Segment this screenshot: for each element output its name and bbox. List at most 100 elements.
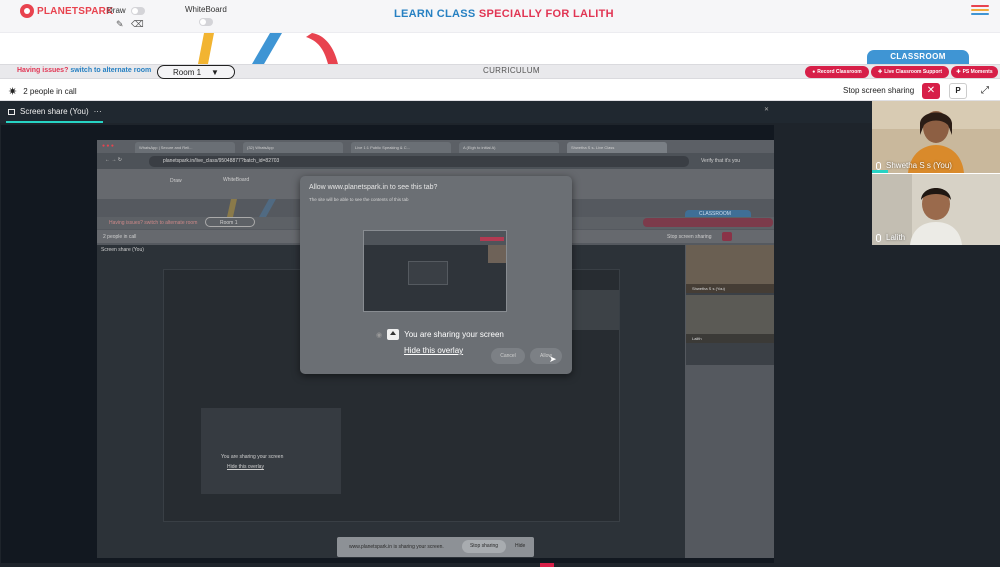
draw-label: Draw <box>107 6 126 15</box>
nested-tab: Live 1:1 Public Speaking & C... <box>351 142 451 153</box>
switch-room-link[interactable]: switch to alternate room <box>70 67 151 74</box>
dialog-cancel-button[interactable]: Cancel <box>491 348 525 364</box>
nested-tab-strip: ● ● ● WhatsApp | Secure and Reli... (32)… <box>97 140 774 153</box>
draw-toggle[interactable] <box>131 7 145 15</box>
nested-people: 2 people in call <box>103 234 137 240</box>
nested-tile-2-name: Lalith <box>686 334 774 343</box>
mouse-cursor-icon: ➤ <box>549 354 557 364</box>
nested-tab: Shwetha S s- Live Class <box>567 142 667 153</box>
sharing-bar-text: www.planetspark.in is sharing your scree… <box>349 544 444 550</box>
live-support-label: Live Classroom Support <box>884 69 942 75</box>
nested-tab: A (Eigh to initial A) <box>459 142 559 153</box>
nested-share-title: Screen share (You) <box>101 247 144 253</box>
close-share-icon[interactable]: ✕ <box>764 106 769 113</box>
people-count-text: 2 people in call <box>23 87 77 96</box>
dialog-subtitle: The site will be able to see the content… <box>309 197 409 202</box>
screen-share-header: Screen share (You) ··· ✕ <box>0 101 872 123</box>
sharing-indicator: ◉ You are sharing your screen <box>376 329 504 340</box>
radio-icon: ◉ <box>376 331 383 339</box>
call-header: ✷ 2 people in call Stop screen sharing ✕… <box>0 80 1000 101</box>
nested-verify: Verify that it's you <box>701 158 741 164</box>
participant-student-label: Lalith <box>876 233 905 242</box>
more-options-icon[interactable]: ··· <box>94 107 102 116</box>
nested-nav-icons: ← → ↻ <box>105 157 122 163</box>
screen-icon <box>8 108 15 115</box>
live-support-button[interactable]: ✚ Live Classroom Support <box>871 66 949 78</box>
nested-inner-dialog: You are sharing your screen Hide this ov… <box>201 408 341 494</box>
sharing-bar-stop-button[interactable]: Stop sharing <box>462 540 506 553</box>
dialog-allow-button[interactable]: Allow <box>530 348 562 364</box>
ps-moments-button[interactable]: ✚ PS Moments <box>951 66 998 78</box>
nested-whiteboard: WhiteBoard <box>223 177 250 183</box>
record-classroom-label: Record Classroom <box>817 69 862 75</box>
whiteboard-toggle[interactable] <box>199 18 213 26</box>
gear-icon[interactable]: ✷ <box>8 85 17 98</box>
hide-overlay-link[interactable]: Hide this overlay <box>404 346 463 355</box>
browser-sharing-bar: www.planetspark.in is sharing your scree… <box>337 537 534 557</box>
caret-down-icon: ▼ <box>211 67 219 77</box>
active-tab-indicator <box>6 121 103 123</box>
room-select-value: Room 1 <box>173 67 202 77</box>
pencil-icon[interactable]: ✎ <box>116 19 124 30</box>
fullscreen-icon[interactable]: ⤢ <box>977 83 993 99</box>
issues-prefix: Having issues? <box>17 67 69 74</box>
logo-text: PLANETSPARK <box>37 5 114 17</box>
app-window: PLANETSPARK Draw ✎ ⌫ WhiteBoard LEARN CL… <box>0 0 1000 567</box>
nested-tab: (32) WhatsApp <box>243 142 343 153</box>
tab-preview-thumbnail <box>363 230 507 312</box>
screen-share-tab[interactable]: Screen share (You) ··· <box>8 107 102 116</box>
nested-action-buttons <box>643 218 773 227</box>
mic-icon <box>876 161 881 170</box>
dialog-title: Allow www.planetspark.in to see this tab… <box>309 184 438 191</box>
eraser-icon[interactable]: ⌫ <box>131 19 144 30</box>
nested-tile-1-name: Shwetha S s (You) <box>686 284 774 293</box>
nested-tile-2: Lalith <box>686 295 774 343</box>
room-select[interactable]: Room 1 ▼ <box>157 65 235 79</box>
nested-room: Room 1 <box>205 217 255 227</box>
nested-issues: Having issues? switch to alternate room <box>109 220 198 226</box>
planet-logo-icon <box>20 4 34 18</box>
stop-sharing-button[interactable]: ✕ <box>922 83 940 99</box>
issues-text: Having issues? switch to alternate room <box>17 67 151 74</box>
nested-url-bar: ← → ↻ planetspark.in/live_class/95048877… <box>97 153 774 169</box>
bottom-edge-button[interactable] <box>540 563 554 567</box>
nested-inner-sharing: You are sharing your screen <box>221 454 284 460</box>
whiteboard-label: WhiteBoard <box>185 5 227 14</box>
mic-icon <box>876 233 881 242</box>
sharing-bar-hide-button[interactable]: Hide <box>515 543 525 549</box>
pin-button[interactable]: P <box>949 83 967 99</box>
page-title: LEARN CLASS SPECIALLY FOR LALITH <box>394 8 614 20</box>
record-classroom-button[interactable]: ● Record Classroom <box>805 66 869 78</box>
nested-draw: Draw <box>170 178 182 184</box>
sharing-text: You are sharing your screen <box>404 330 504 339</box>
participant-tile-student[interactable]: Lalith <box>872 174 1000 245</box>
page-title-part1: LEARN CLASS <box>394 8 476 20</box>
nested-stop: Stop screen sharing <box>667 234 712 240</box>
screen-share-title: Screen share (You) <box>20 107 89 116</box>
nested-inner-hide: Hide this overlay <box>227 464 264 470</box>
nested-tab: WhatsApp | Secure and Reli... <box>135 142 235 153</box>
window-controls-icon: ● ● ● <box>102 143 114 149</box>
brand-logo[interactable]: PLANETSPARK <box>20 4 113 18</box>
speaking-indicator <box>872 170 888 173</box>
top-header: PLANETSPARK Draw ✎ ⌫ WhiteBoard LEARN CL… <box>0 0 1000 33</box>
stop-sharing-label: Stop screen sharing <box>843 86 915 95</box>
people-count: ✷ 2 people in call <box>8 85 77 98</box>
nested-tile-1: Shwetha S s (You) <box>686 245 774 293</box>
moments-icon: ✚ <box>956 69 961 75</box>
participant-teacher-label: Shwetha S s (You) <box>876 161 952 170</box>
participant-student-name: Lalith <box>886 233 906 242</box>
nested-participant-tiles: Shwetha S s (You) Lalith <box>686 245 774 365</box>
screen-upload-icon <box>387 329 400 340</box>
page-title-part2: SPECIALLY FOR LALITH <box>478 8 614 20</box>
info-bar: Having issues? switch to alternate room … <box>0 64 1000 79</box>
classroom-tab[interactable]: CLASSROOM <box>867 50 969 64</box>
support-icon: ✚ <box>878 69 883 75</box>
decorative-band <box>0 33 1000 64</box>
hamburger-menu-icon[interactable] <box>971 5 989 17</box>
curriculum-label[interactable]: CURRICULUM <box>483 66 540 75</box>
ps-moments-label: PS Moments <box>962 69 993 75</box>
record-icon: ● <box>812 69 816 75</box>
nested-stop-x <box>722 232 732 241</box>
participant-tile-teacher[interactable]: Shwetha S s (You) <box>872 101 1000 173</box>
